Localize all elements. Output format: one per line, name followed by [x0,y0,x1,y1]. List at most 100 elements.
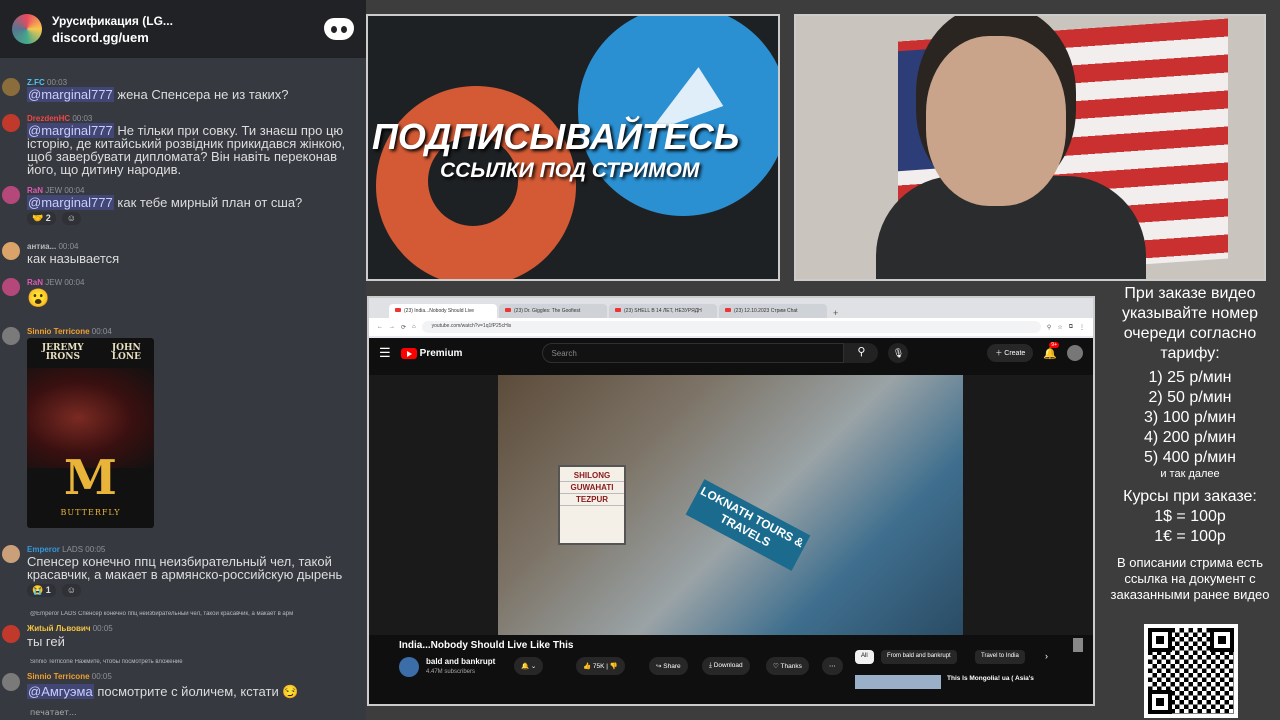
reaction[interactable]: 🤝 2 [27,212,56,225]
hamburger-menu-icon[interactable]: ☰ [379,345,391,361]
more-actions-button[interactable]: ⋯ [822,657,843,675]
video-frame[interactable]: SHILONG GUWAHATI TEZPUR LOKNATH TOURS & … [498,375,963,635]
youtube-logo[interactable]: Premium [400,347,462,359]
home-icon[interactable]: ⌂ [412,324,416,330]
order-note: В описании стрима есть ссылка на докумен… [1110,555,1270,602]
bookmark-star-icon[interactable]: ☆ [1057,324,1062,331]
avatar[interactable] [2,114,20,132]
avatar[interactable] [2,242,20,260]
mention[interactable]: @Амгуэма [27,684,94,699]
username[interactable]: Sinnio Terricone [27,672,90,681]
subscribe-banner: ПОДПИСЫВАЙТЕСЬ ССЫЛКИ ПОД СТРИМОМ [366,14,780,281]
avatar[interactable] [2,278,20,296]
webcam-feed [794,14,1266,281]
browser-menu-icon[interactable]: ⋮ [1079,324,1085,331]
browser-tab[interactable]: (23) Dr. Giggles: The Goofiest [499,304,607,318]
tariff-item: 3) 100 р/мин [1144,409,1236,426]
channel-avatar[interactable] [399,657,419,677]
chip-all[interactable]: All [855,650,874,664]
typing-indicator: печатает... [30,708,77,717]
download-button[interactable]: ⤓ Download [702,657,750,675]
tariff-item: 5) 400 р/мин [1144,449,1236,466]
add-reaction-icon[interactable]: ☺ [61,584,81,597]
username[interactable]: Z.FC [27,78,45,87]
back-icon[interactable]: ← [377,324,383,330]
browser-tab[interactable]: (23) 12.10.2023 Стрим Chat [719,304,827,318]
browser-tab[interactable]: (23) SHELL В 14 ЛЕТ, НЕЗУРЯДН [609,304,717,318]
avatar[interactable] [2,673,20,691]
youtube-header: ☰ Premium Search ⚲ 🎙 ＋ Create 🔔 9+ [369,338,1093,368]
message-text: как тебе мирный план от сша? [117,195,303,210]
share-button[interactable]: ↪ Share [649,657,688,675]
movie-poster-image[interactable]: JEREMY IRONS JOHN LONE M BUTTERFLY [27,338,154,528]
browser-tab[interactable]: (23) India...Nobody Should Live [389,304,497,318]
recommended-title[interactable]: This Is Mongolia! ua ( Asia's [947,675,1034,682]
streamer-face [926,36,1066,206]
username[interactable]: Жиtый Львович [27,624,91,633]
mention[interactable]: @marginal777 [27,87,114,102]
create-button[interactable]: ＋ Create [987,344,1034,362]
reload-icon[interactable]: ⟳ [401,324,406,331]
chevron-right-icon[interactable]: › [1045,651,1048,661]
thanks-button[interactable]: ♡ Thanks [766,657,809,675]
timestamp: 00:04 [64,186,85,195]
poster-letter: M [63,450,118,506]
like-button[interactable]: 👍 75K | 👎 [576,657,625,675]
username[interactable]: антиа... [27,242,56,251]
reply-preview[interactable]: @Emperor LADS Спенсер конечно ппц неизби… [30,611,364,617]
search-icon[interactable]: ⚲ [844,343,879,363]
username[interactable]: RaN [27,186,43,195]
bus-route-sign: SHILONG GUWAHATI TEZPUR [558,465,626,545]
mention[interactable]: @marginal777 [27,195,114,210]
youtube-favicon-icon [725,308,731,312]
shop-banner: LOKNATH TOURS & TRAVELS [685,479,811,571]
channel-name[interactable]: bald and bankrupt [426,657,495,666]
timestamp: 00:04 [91,327,112,336]
username[interactable]: Emperor [27,545,60,554]
search-input[interactable]: Search [542,343,845,363]
role-badge: JEW [45,186,63,195]
username[interactable]: Sinnio Terricone [27,327,90,336]
avatar[interactable] [2,78,20,96]
reaction[interactable]: 😭 1 [27,584,56,597]
order-info-panel: При заказе видео указывайте номер очеред… [1100,284,1280,624]
url-field[interactable]: youtube.com/watch?v=1q1fP25cHis [421,321,1041,333]
extensions-icon[interactable]: ⧉ [1069,324,1073,331]
notification-count-badge: 9+ [1049,341,1059,348]
avatar[interactable] [2,545,20,563]
timestamp: 00:05 [85,545,106,554]
server-icon[interactable] [12,14,42,44]
server-name: Урусификация (LG... [52,13,173,28]
new-tab-button[interactable]: + [829,308,842,318]
avatar[interactable] [2,186,20,204]
account-avatar[interactable] [1067,345,1083,361]
username[interactable]: DrezdenHC [27,114,70,123]
microphone-icon[interactable]: 🎙 [888,343,909,363]
video-info: India...Nobody Should Live Like This bal… [369,635,1093,704]
message-text: ты гей [27,634,65,649]
tariff-etc: и так далее [1160,468,1220,480]
poster-actor: JOHN LONE [111,343,141,362]
chip-from-channel[interactable]: From bald and bankrupt [881,650,957,664]
qr-code-icon [1144,624,1238,718]
youtube-favicon-icon [395,308,401,312]
avatar[interactable] [2,625,20,643]
reply-preview[interactable]: Sinnio Terricone Нажмите, чтобы посмотре… [30,659,364,665]
tab-strip: (23) India...Nobody Should Live (23) Dr.… [369,298,1093,318]
username[interactable]: RaN [27,278,43,287]
chip-travel-india[interactable]: Travel to India [975,650,1025,664]
address-bar: ← → ⟳ ⌂ youtube.com/watch?v=1q1fP25cHis … [369,318,1093,336]
forward-icon[interactable]: → [389,324,395,330]
subscribed-bell-button[interactable]: 🔔 ⌄ [514,657,544,675]
role-badge: JEW [45,278,63,287]
order-heading: При заказе видео указывайте номер очеред… [1121,285,1259,362]
server-invite[interactable]: discord.gg/uem [52,30,314,45]
chat-header: Урусификация (LG... discord.gg/uem [0,0,366,58]
zoom-icon[interactable]: ⚲ [1047,324,1051,331]
notifications-bell-icon[interactable]: 🔔 9+ [1043,341,1059,360]
avatar[interactable] [2,327,20,345]
recommended-thumbnail[interactable] [855,675,941,689]
add-reaction-icon[interactable]: ☺ [61,212,81,225]
video-player[interactable]: SHILONG GUWAHATI TEZPUR LOKNATH TOURS & … [369,375,1093,635]
timestamp: 00:03 [72,114,93,123]
